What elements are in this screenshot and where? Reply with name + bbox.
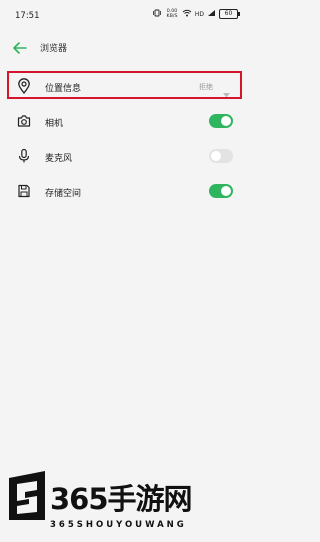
storage-icon xyxy=(17,183,31,199)
watermark-brand: 365手游网 xyxy=(50,482,193,516)
status-time: 17:51 xyxy=(15,11,40,21)
permission-row-storage[interactable]: 存储空间 xyxy=(0,174,250,209)
permission-row-camera[interactable]: 相机 xyxy=(0,104,250,139)
storage-toggle[interactable] xyxy=(209,184,233,198)
permission-label: 相机 xyxy=(45,119,64,129)
network-speed: 0.00 KB/S xyxy=(165,9,179,19)
network-label: HD xyxy=(194,10,204,18)
permission-label: 存储空间 xyxy=(45,189,82,199)
back-arrow-icon xyxy=(10,42,30,62)
signal-icon xyxy=(207,9,216,19)
wifi-icon xyxy=(182,9,192,19)
camera-icon xyxy=(17,113,31,129)
vibrate-icon xyxy=(152,9,162,19)
permission-row-microphone[interactable]: 麦克风 xyxy=(0,139,250,174)
microphone-toggle[interactable] xyxy=(209,149,233,163)
watermark-logo xyxy=(5,468,49,528)
speed-unit: KB/S xyxy=(166,13,178,19)
toggle-knob xyxy=(211,151,221,161)
watermark: 365手游网 365SHOUYOUWANG xyxy=(0,458,250,542)
watermark-subtitle: 365SHOUYOUWANG xyxy=(50,520,187,530)
toggle-knob xyxy=(221,116,231,126)
header: 浏览器 xyxy=(0,30,250,66)
permission-label: 麦克风 xyxy=(45,154,73,164)
page-title: 浏览器 xyxy=(40,44,68,54)
highlight-annotation xyxy=(7,71,242,99)
status-bar: 17:51 0.00 KB/S HD 60 xyxy=(0,0,250,30)
toggle-knob xyxy=(221,186,231,196)
status-icons: 0.00 KB/S HD 60 xyxy=(152,9,240,19)
microphone-icon xyxy=(17,148,31,164)
back-button[interactable] xyxy=(10,38,32,58)
battery-icon: 60 xyxy=(219,9,240,19)
camera-toggle[interactable] xyxy=(209,114,233,128)
battery-level: 60 xyxy=(224,10,233,17)
